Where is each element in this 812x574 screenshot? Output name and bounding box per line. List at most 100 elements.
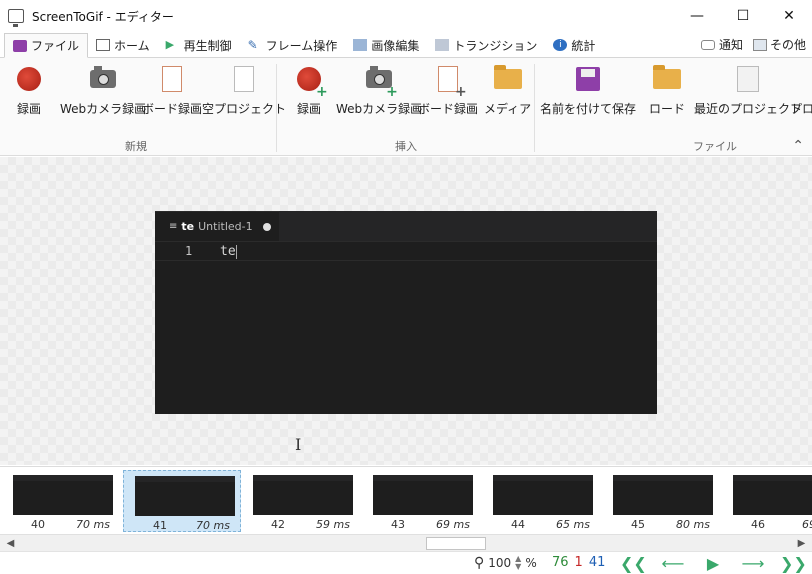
selected-count: 1 [574, 555, 583, 570]
new-board-button[interactable]: ボード録画 [142, 64, 202, 117]
frame-thumbnail[interactable]: 40 70 ms [2, 470, 120, 532]
notify-button[interactable]: 通知 [700, 36, 743, 53]
group-label-insert: 挿入 [395, 140, 417, 153]
frame-thumbnail[interactable]: 42 59 ms [242, 470, 360, 532]
filmstrip-scrollbar[interactable]: ◀ ▶ [0, 534, 812, 551]
app-icon [8, 9, 24, 27]
close-button[interactable]: ✕ [766, 0, 812, 32]
button-label: ボード録画 [418, 102, 479, 116]
frame-number: 46 [751, 518, 765, 531]
play-icon[interactable]: ▶ [700, 554, 726, 573]
menu-lines-icon: ≡ [169, 221, 178, 232]
frame-navigation: ❮❮ ⟵ ▶ ⟶ ❯❯ [620, 554, 807, 573]
thumbnail-image [253, 475, 353, 515]
button-label: 録画 [16, 102, 41, 116]
scrollbar-thumb[interactable] [426, 537, 486, 550]
folder-icon [652, 64, 682, 94]
frame-thumbnail[interactable]: 44 65 ms [482, 470, 600, 532]
project-button-partial[interactable]: プロ [790, 100, 812, 117]
camera-icon [88, 64, 118, 94]
camera-add-icon: + [364, 64, 398, 99]
tab-image-edit[interactable]: 画像編集 [345, 33, 427, 57]
record-add-icon: + [294, 64, 328, 99]
home-icon [96, 39, 111, 51]
image-icon [353, 39, 368, 51]
insert-record-button[interactable]: + 録画 [294, 64, 328, 117]
button-label: Webカメラ録画 [60, 102, 147, 116]
frame-number: 42 [271, 518, 285, 531]
save-icon [13, 39, 27, 52]
status-bar: ⚲ 100 ▲ ▼ % 76 1 41 ❮❮ ⟵ ▶ ⟶ ❯❯ [0, 551, 812, 574]
frame-thumbnail-selected[interactable]: 41 70 ms [123, 470, 241, 532]
zoom-stepper-icon[interactable]: ▲ ▼ [515, 555, 521, 571]
minimize-button[interactable]: — [674, 0, 720, 32]
insert-board-button[interactable]: + ボード録画 [418, 64, 478, 117]
transition-icon [435, 39, 450, 51]
image-icon [752, 38, 767, 51]
unsaved-dot-icon [262, 222, 271, 231]
button-label: ロード [649, 102, 686, 116]
editor-text: te [220, 244, 237, 259]
frame-delay: 80 ms [676, 518, 710, 531]
tab-transitions[interactable]: トランジション [427, 33, 545, 57]
save-as-button[interactable]: 名前を付けて保存 [540, 64, 636, 117]
board-icon [157, 64, 187, 94]
info-icon: i [553, 39, 568, 51]
line-number: 1 [185, 244, 193, 258]
editor-text-content: te [220, 244, 236, 259]
editor-tab-title: Untitled-1 [198, 220, 253, 233]
button-label: プロ [790, 102, 812, 116]
tab-home[interactable]: ホーム [88, 33, 158, 57]
frame-thumbnail[interactable]: 46 69 [722, 470, 812, 532]
collapse-ribbon-icon[interactable]: ⌃ [792, 138, 804, 154]
ribbon: 録画 Webカメラ録画 ボード録画 空プロジェクト 新規 + 録画 + Webカ… [0, 58, 812, 156]
frame-number: 41 [153, 519, 167, 532]
frame-number: 44 [511, 518, 525, 531]
frame-delay: 65 ms [556, 518, 590, 531]
frame-thumbnail[interactable]: 43 69 ms [362, 470, 480, 532]
new-record-button[interactable]: 録画 [14, 64, 44, 117]
frame-number: 43 [391, 518, 405, 531]
frame-delay: 69 ms [436, 518, 470, 531]
previous-frame-icon[interactable]: ⟵ [660, 554, 686, 573]
tab-statistics[interactable]: i 統計 [545, 33, 603, 57]
tab-frame-ops[interactable]: ✎ フレーム操作 [240, 33, 346, 57]
scroll-left-icon[interactable]: ◀ [2, 535, 19, 552]
chat-icon [700, 39, 715, 50]
tab-label: ホーム [114, 38, 150, 53]
insert-webcam-button[interactable]: + Webカメラ録画 [336, 64, 422, 117]
zoom-unit: % [525, 556, 537, 570]
tab-label: 画像編集 [371, 38, 420, 53]
floppy-icon [573, 64, 603, 94]
frame-delay: 70 ms [76, 518, 110, 531]
frame-counts: 76 1 41 [552, 555, 605, 570]
frame-delay: 59 ms [316, 518, 350, 531]
insert-media-button[interactable]: メディア [484, 64, 531, 117]
editor-tabbar [279, 211, 657, 241]
frame-delay: 70 ms [196, 519, 230, 532]
other-button[interactable]: その他 [752, 36, 806, 53]
play-icon: ▶ [165, 38, 175, 51]
thumbnail-image [13, 475, 113, 515]
frame-thumbnail[interactable]: 45 80 ms [602, 470, 720, 532]
tab-label: 統計 [571, 38, 596, 53]
title-bar: ScreenToGif - エディター — ☐ ✕ [0, 0, 812, 32]
next-frame-icon[interactable]: ⟶ [740, 554, 766, 573]
scroll-right-icon[interactable]: ▶ [793, 535, 810, 552]
new-webcam-button[interactable]: Webカメラ録画 [60, 64, 146, 117]
load-button[interactable]: ロード [649, 64, 685, 117]
tab-label: トランジション [453, 38, 538, 53]
tab-playback[interactable]: ▶ 再生制御 [158, 33, 240, 57]
text-caret [235, 244, 237, 259]
new-empty-project-button[interactable]: 空プロジェクト [202, 64, 286, 117]
maximize-button[interactable]: ☐ [720, 0, 766, 32]
last-frame-icon[interactable]: ❯❯ [780, 554, 807, 573]
recent-projects-button[interactable]: 最近のプロジェクト [694, 64, 802, 117]
editor-tab: ≡ te Untitled-1 [155, 211, 279, 241]
tab-file[interactable]: ファイル [4, 33, 89, 58]
notify-label: 通知 [718, 38, 743, 52]
first-frame-icon[interactable]: ❮❮ [620, 554, 647, 573]
zoom-value[interactable]: 100 [488, 556, 511, 570]
ribbon-tabs: ファイル ホーム ▶ 再生制御 ✎ フレーム操作 画像編集 トランジション i … [0, 32, 812, 58]
button-label: メディア [484, 102, 532, 116]
